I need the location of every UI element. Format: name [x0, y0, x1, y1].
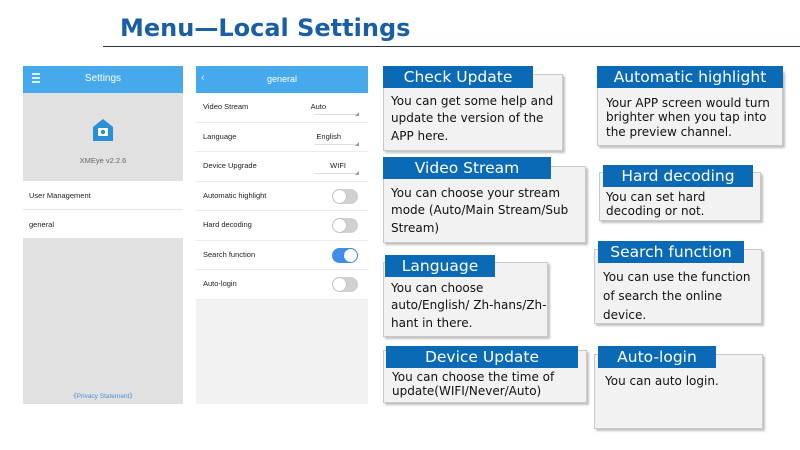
settings-screen: Settings XMEye v2.2.6 User Management ge…: [23, 66, 183, 404]
row-hard-decoding: Hard decoding: [196, 211, 368, 241]
select-underline: [315, 173, 359, 174]
video-stream-select[interactable]: Auto: [311, 102, 326, 111]
box-text: You can get some help and update the ver…: [391, 94, 554, 143]
box-text: Your APP screen would turn brighter when…: [606, 96, 770, 139]
row-device-upgrade[interactable]: Device Upgrade WIFI: [196, 152, 368, 182]
settings-list: User Management general: [23, 181, 183, 239]
row-automatic-highlight: Automatic highlight: [196, 182, 368, 211]
row-label: Device Upgrade: [203, 161, 257, 170]
dropdown-triangle-icon: [355, 141, 359, 146]
box-text: You can choose auto/English/ Zh-hans/Zh-…: [391, 281, 547, 330]
settings-header: Settings: [23, 66, 183, 93]
general-settings-list: Video Stream Auto Language English Devic…: [196, 93, 368, 300]
box-text: You can choose the time of update(WIFI/N…: [392, 370, 555, 399]
dropdown-triangle-icon: [355, 112, 359, 116]
row-label: Video Stream: [203, 102, 249, 111]
dropdown-triangle-icon: [355, 171, 359, 175]
row-search-function: Search function: [196, 241, 368, 270]
video-stream-tag: Video Stream: [383, 157, 551, 179]
settings-title: Settings: [84, 73, 122, 84]
hard-decoding-toggle[interactable]: [332, 218, 358, 233]
box-text: You can choose your stream mode (Auto/Ma…: [391, 186, 569, 235]
row-label: Hard decoding: [203, 220, 252, 229]
title-divider: [103, 46, 800, 47]
app-version: XMEye v2.2.6: [79, 156, 127, 165]
language-select[interactable]: English: [316, 132, 341, 141]
general-header: ‹ general: [196, 66, 368, 93]
check-update-tag: Check Update: [383, 66, 533, 88]
row-label: Automatic highlight: [203, 190, 267, 200]
select-underline: [315, 143, 359, 145]
box-text: You can set hard decoding or not.: [606, 190, 706, 219]
device-update-tag: Device Update: [386, 346, 578, 368]
row-video-stream[interactable]: Video Stream Auto: [196, 93, 368, 123]
auto-login-tag: Auto-login: [598, 346, 716, 368]
device-upgrade-select[interactable]: WIFI: [330, 161, 346, 170]
privacy-statement-link[interactable]: 《Privacy Statement》: [23, 390, 183, 400]
search-function-tag: Search function: [598, 241, 744, 263]
list-item-user-management[interactable]: User Management: [23, 181, 183, 210]
slide: Menu—Local Settings Settings XMEye v2.2.…: [0, 0, 800, 450]
row-auto-login: Auto-login: [196, 270, 368, 300]
search-function-toggle[interactable]: [332, 247, 358, 263]
language-tag: Language: [385, 255, 495, 277]
box-text: You can auto login.: [605, 374, 719, 388]
box-text: You can use the function of search the o…: [603, 270, 751, 323]
row-language[interactable]: Language English: [196, 123, 368, 152]
row-label: Auto-login: [203, 279, 237, 288]
general-title: general: [266, 74, 298, 84]
page-title: Menu—Local Settings: [120, 14, 411, 42]
list-item-general[interactable]: general: [23, 210, 183, 239]
xmeye-logo-icon: [93, 119, 113, 141]
general-screen: ‹ general Video Stream Auto Language Eng…: [196, 66, 368, 404]
row-label: Language: [203, 131, 237, 141]
select-underline: [315, 114, 359, 115]
hard-decoding-tag: Hard decoding: [603, 165, 753, 187]
automatic-highlight-toggle[interactable]: [332, 188, 358, 204]
row-label: Search function: [203, 249, 256, 259]
automatic-highlight-tag: Automatic highlight: [597, 66, 783, 88]
auto-login-toggle[interactable]: [332, 277, 358, 292]
